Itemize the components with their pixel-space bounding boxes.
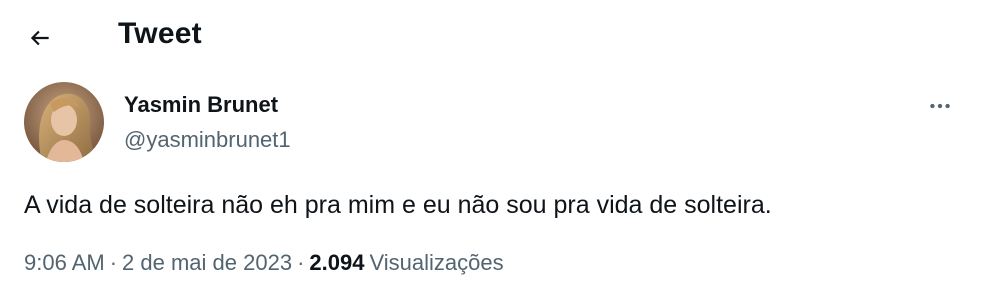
- page-title: Tweet: [118, 17, 202, 50]
- views-count: 2.094: [309, 250, 365, 275]
- author-handle[interactable]: @yasminbrunet1: [124, 127, 291, 153]
- more-options-button[interactable]: [920, 86, 960, 126]
- tweet-text: A vida de solteira não eh pra mim e eu n…: [24, 191, 772, 219]
- more-dots-icon: [930, 103, 950, 109]
- separator-dot: ·: [109, 250, 118, 275]
- author-display-name[interactable]: Yasmin Brunet: [124, 92, 278, 118]
- avatar[interactable]: [24, 82, 104, 162]
- arrow-left-icon: [30, 30, 49, 46]
- tweet-date: 2 de mai de 2023: [122, 250, 293, 275]
- views-label: Visualizações: [369, 250, 504, 275]
- header-bar: Tweet: [0, 0, 984, 74]
- tweet-time: 9:06 AM: [24, 250, 105, 275]
- tweet-timestamp-link[interactable]: 9:06 AM · 2 de mai de 2023: [24, 250, 292, 275]
- separator-dot: ·: [297, 250, 305, 275]
- back-button[interactable]: [20, 18, 60, 58]
- profile-photo-icon: [24, 82, 104, 162]
- tweet-metadata: 9:06 AM · 2 de mai de 2023 · 2.094 Visualizaç…: [24, 250, 504, 276]
